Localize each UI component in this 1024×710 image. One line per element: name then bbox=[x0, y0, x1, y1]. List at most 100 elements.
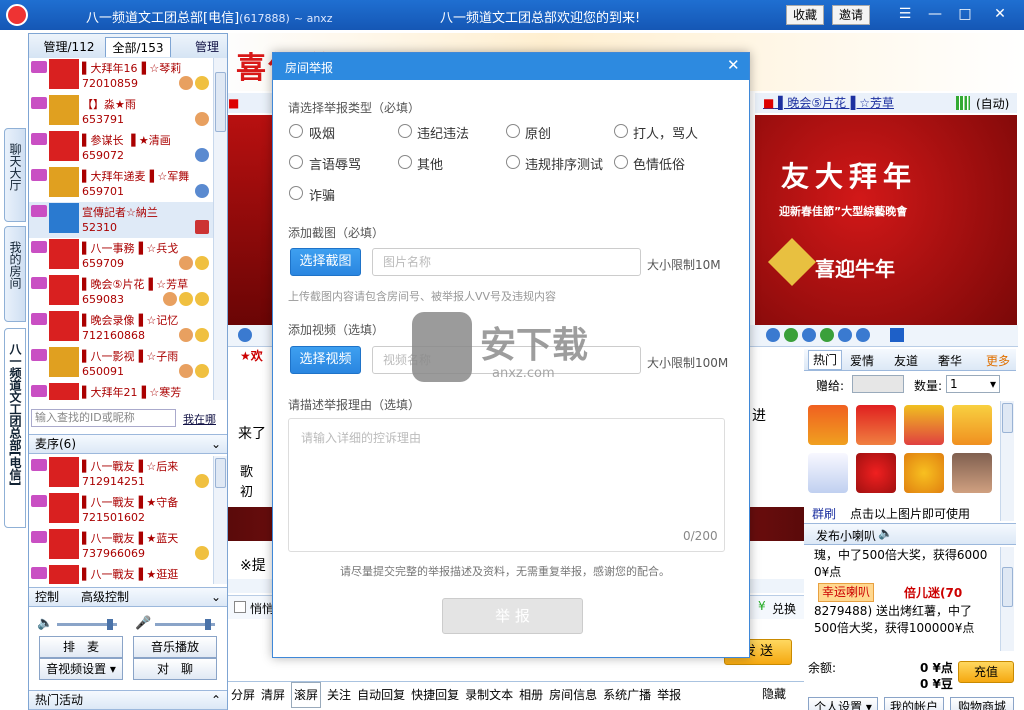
menu-icon[interactable]: ☰ bbox=[890, 3, 920, 25]
volume-handle[interactable] bbox=[107, 619, 113, 630]
toolbar-follow[interactable]: 关注 bbox=[327, 683, 351, 707]
music-play-button[interactable]: 音乐播放 bbox=[133, 636, 217, 658]
toolbar-room-info[interactable]: 房间信息 bbox=[549, 683, 597, 707]
list-item[interactable]: 宣傳記者☆納兰 52310 bbox=[29, 202, 214, 238]
control-tab[interactable]: 控制 bbox=[35, 590, 59, 604]
list-item[interactable]: ▌大拜年16▐ ☆琴莉 72010859 bbox=[29, 58, 214, 94]
invite-button[interactable]: 邀请 bbox=[832, 5, 870, 25]
mic-queue-header[interactable]: 麦序(6) ⌄ bbox=[29, 434, 227, 454]
video-control-icon[interactable] bbox=[820, 328, 834, 342]
favorite-button[interactable]: 收藏 bbox=[786, 5, 824, 25]
list-item[interactable]: ▌八一戰友▐ ★逛逛 bbox=[29, 564, 214, 584]
toolbar-broadcast[interactable]: 系统广播 bbox=[603, 683, 651, 707]
maximize-icon[interactable]: □ bbox=[950, 3, 980, 25]
my-account-button[interactable]: 我的帐户 bbox=[884, 697, 944, 710]
mic-volume-slider[interactable] bbox=[155, 619, 215, 630]
toolbar-record-text[interactable]: 录制文本 bbox=[465, 683, 513, 707]
gift-item[interactable] bbox=[952, 453, 992, 493]
video-control-icon[interactable] bbox=[784, 328, 798, 342]
select-video-button[interactable]: 选择视频 bbox=[290, 346, 361, 374]
submit-report-button[interactable]: 举 报 bbox=[442, 598, 583, 634]
tab-luxury[interactable]: 奢华 bbox=[938, 352, 962, 369]
gift-item[interactable] bbox=[856, 405, 896, 445]
shopping-mall-button[interactable]: 购物商城 bbox=[950, 697, 1014, 710]
hot-activity-header[interactable]: 热门活动 ⌃ bbox=[29, 690, 227, 710]
tab-friend[interactable]: 友道 bbox=[894, 352, 918, 369]
toolbar-album[interactable]: 相册 bbox=[519, 683, 543, 707]
tab-chat-hall[interactable]: 聊天大厅 bbox=[4, 128, 26, 222]
image-name-input[interactable]: 图片名称 bbox=[372, 248, 641, 276]
list-item[interactable]: ▌大拜年递麦▐ ☆军舞 659701 bbox=[29, 166, 214, 202]
hide-toggle[interactable]: 隐藏 ▾ bbox=[759, 682, 801, 710]
user-list-scrollbar[interactable] bbox=[213, 58, 227, 400]
personal-settings-button[interactable]: 个人设置 ▾ bbox=[808, 697, 878, 710]
video-window-left[interactable] bbox=[228, 115, 272, 325]
gift-recipient-select[interactable] bbox=[852, 375, 904, 393]
toolbar-quick-reply[interactable]: 快捷回复 bbox=[411, 683, 459, 707]
chevron-down-icon[interactable]: ⌄ bbox=[211, 435, 221, 453]
exchange-link[interactable]: 兑换 bbox=[772, 600, 796, 617]
radio-vulgar[interactable] bbox=[614, 155, 628, 169]
microphone-icon[interactable]: 🎤 bbox=[135, 616, 151, 631]
video-control-icon[interactable] bbox=[838, 328, 852, 342]
scroll-thumb[interactable] bbox=[1002, 403, 1013, 433]
tab-manage[interactable]: 管理/112 bbox=[35, 37, 103, 57]
video-control-icon[interactable] bbox=[766, 328, 780, 342]
toolbar-split[interactable]: 分屏 bbox=[231, 683, 255, 707]
list-item[interactable]: ▌八一事務▐ ☆兵戈 659709 bbox=[29, 238, 214, 274]
tab-current-room[interactable]: 八一频道文工团总部[电信] bbox=[4, 328, 26, 528]
toolbar-auto-reply[interactable]: 自动回复 bbox=[357, 683, 405, 707]
screen-icon[interactable] bbox=[890, 328, 904, 342]
list-item[interactable]: ▌大拜年21▐ ☆寒芳 bbox=[29, 382, 214, 400]
recharge-button[interactable]: 充值 bbox=[958, 661, 1014, 683]
radio-illegal[interactable] bbox=[398, 124, 412, 138]
mic-list-scrollbar[interactable] bbox=[213, 456, 227, 584]
radio-original[interactable] bbox=[506, 124, 520, 138]
list-item[interactable]: 【】淼★雨 653791 bbox=[29, 94, 214, 130]
gift-item[interactable] bbox=[808, 453, 848, 493]
queue-mic-button[interactable]: 排 麦 bbox=[39, 636, 123, 658]
gift-item[interactable] bbox=[904, 453, 944, 493]
toolbar-report[interactable]: 举报 bbox=[657, 683, 681, 707]
radio-queue-test[interactable] bbox=[506, 155, 520, 169]
more-gifts-link[interactable]: 更多 bbox=[986, 352, 1010, 369]
video-control-icon[interactable] bbox=[802, 328, 816, 342]
tab-love[interactable]: 爱情 bbox=[850, 352, 874, 369]
radio-smoking[interactable] bbox=[289, 124, 303, 138]
list-item[interactable]: ▌晚会录像▐ ☆记忆 712160868 bbox=[29, 310, 214, 346]
list-item[interactable]: ▌参谋长 ▐ ★清画 659072 bbox=[29, 130, 214, 166]
scroll-thumb[interactable] bbox=[215, 72, 226, 132]
horn-scrollbar[interactable] bbox=[1000, 547, 1014, 651]
reason-textarea[interactable]: 请输入详细的控诉理由 0/200 bbox=[288, 418, 725, 552]
tab-hot[interactable]: 热门 bbox=[808, 350, 842, 370]
speaker-icon[interactable]: 🔈 bbox=[37, 616, 53, 631]
list-item[interactable]: ▌八一戰友▐ ★守备 721501602 bbox=[29, 492, 214, 528]
gift-item[interactable] bbox=[904, 405, 944, 445]
radio-verbal-abuse[interactable] bbox=[289, 155, 303, 169]
list-item[interactable]: ▌晚会⑤片花▐ ☆芳草 659083 bbox=[29, 274, 214, 310]
chevron-down-icon[interactable]: ⌄ bbox=[211, 588, 221, 606]
manage-link[interactable]: 管理 bbox=[189, 37, 225, 57]
user-search-input[interactable]: 输入查找的ID或昵称 bbox=[31, 409, 176, 427]
horn-header[interactable]: 发布小喇叭 🔈 bbox=[804, 523, 1016, 545]
advanced-control-tab[interactable]: 高级控制 bbox=[81, 590, 129, 604]
mic-volume-handle[interactable] bbox=[205, 619, 211, 630]
close-icon[interactable]: ✕ bbox=[727, 56, 740, 74]
gift-scrollbar[interactable] bbox=[1000, 401, 1014, 521]
gift-item[interactable] bbox=[952, 405, 992, 445]
group-gift-link[interactable]: 群刷 bbox=[812, 505, 836, 522]
list-item[interactable]: ▌八一影视▐ ☆子雨 650091 bbox=[29, 346, 214, 382]
video-window-right[interactable]: 友大拜年 迎新春佳節”大型綜藝晚會 喜迎牛年 bbox=[755, 115, 1017, 325]
chevron-up-icon[interactable]: ⌃ bbox=[211, 691, 221, 709]
list-item[interactable]: ▌八一戰友▐ ☆后来 712914251 bbox=[29, 456, 214, 492]
tab-all[interactable]: 全部/153 bbox=[105, 37, 171, 57]
exchange-icon[interactable]: ¥ bbox=[758, 599, 766, 613]
volume-slider[interactable] bbox=[57, 619, 117, 630]
private-chat-button[interactable]: 对 聊 bbox=[133, 658, 217, 680]
minimize-icon[interactable]: — bbox=[920, 3, 950, 25]
settings-icon[interactable] bbox=[856, 328, 870, 342]
toolbar-clear[interactable]: 清屏 bbox=[261, 683, 285, 707]
gift-item[interactable] bbox=[808, 405, 848, 445]
radio-assault[interactable] bbox=[614, 124, 628, 138]
radio-fraud[interactable] bbox=[289, 186, 303, 200]
